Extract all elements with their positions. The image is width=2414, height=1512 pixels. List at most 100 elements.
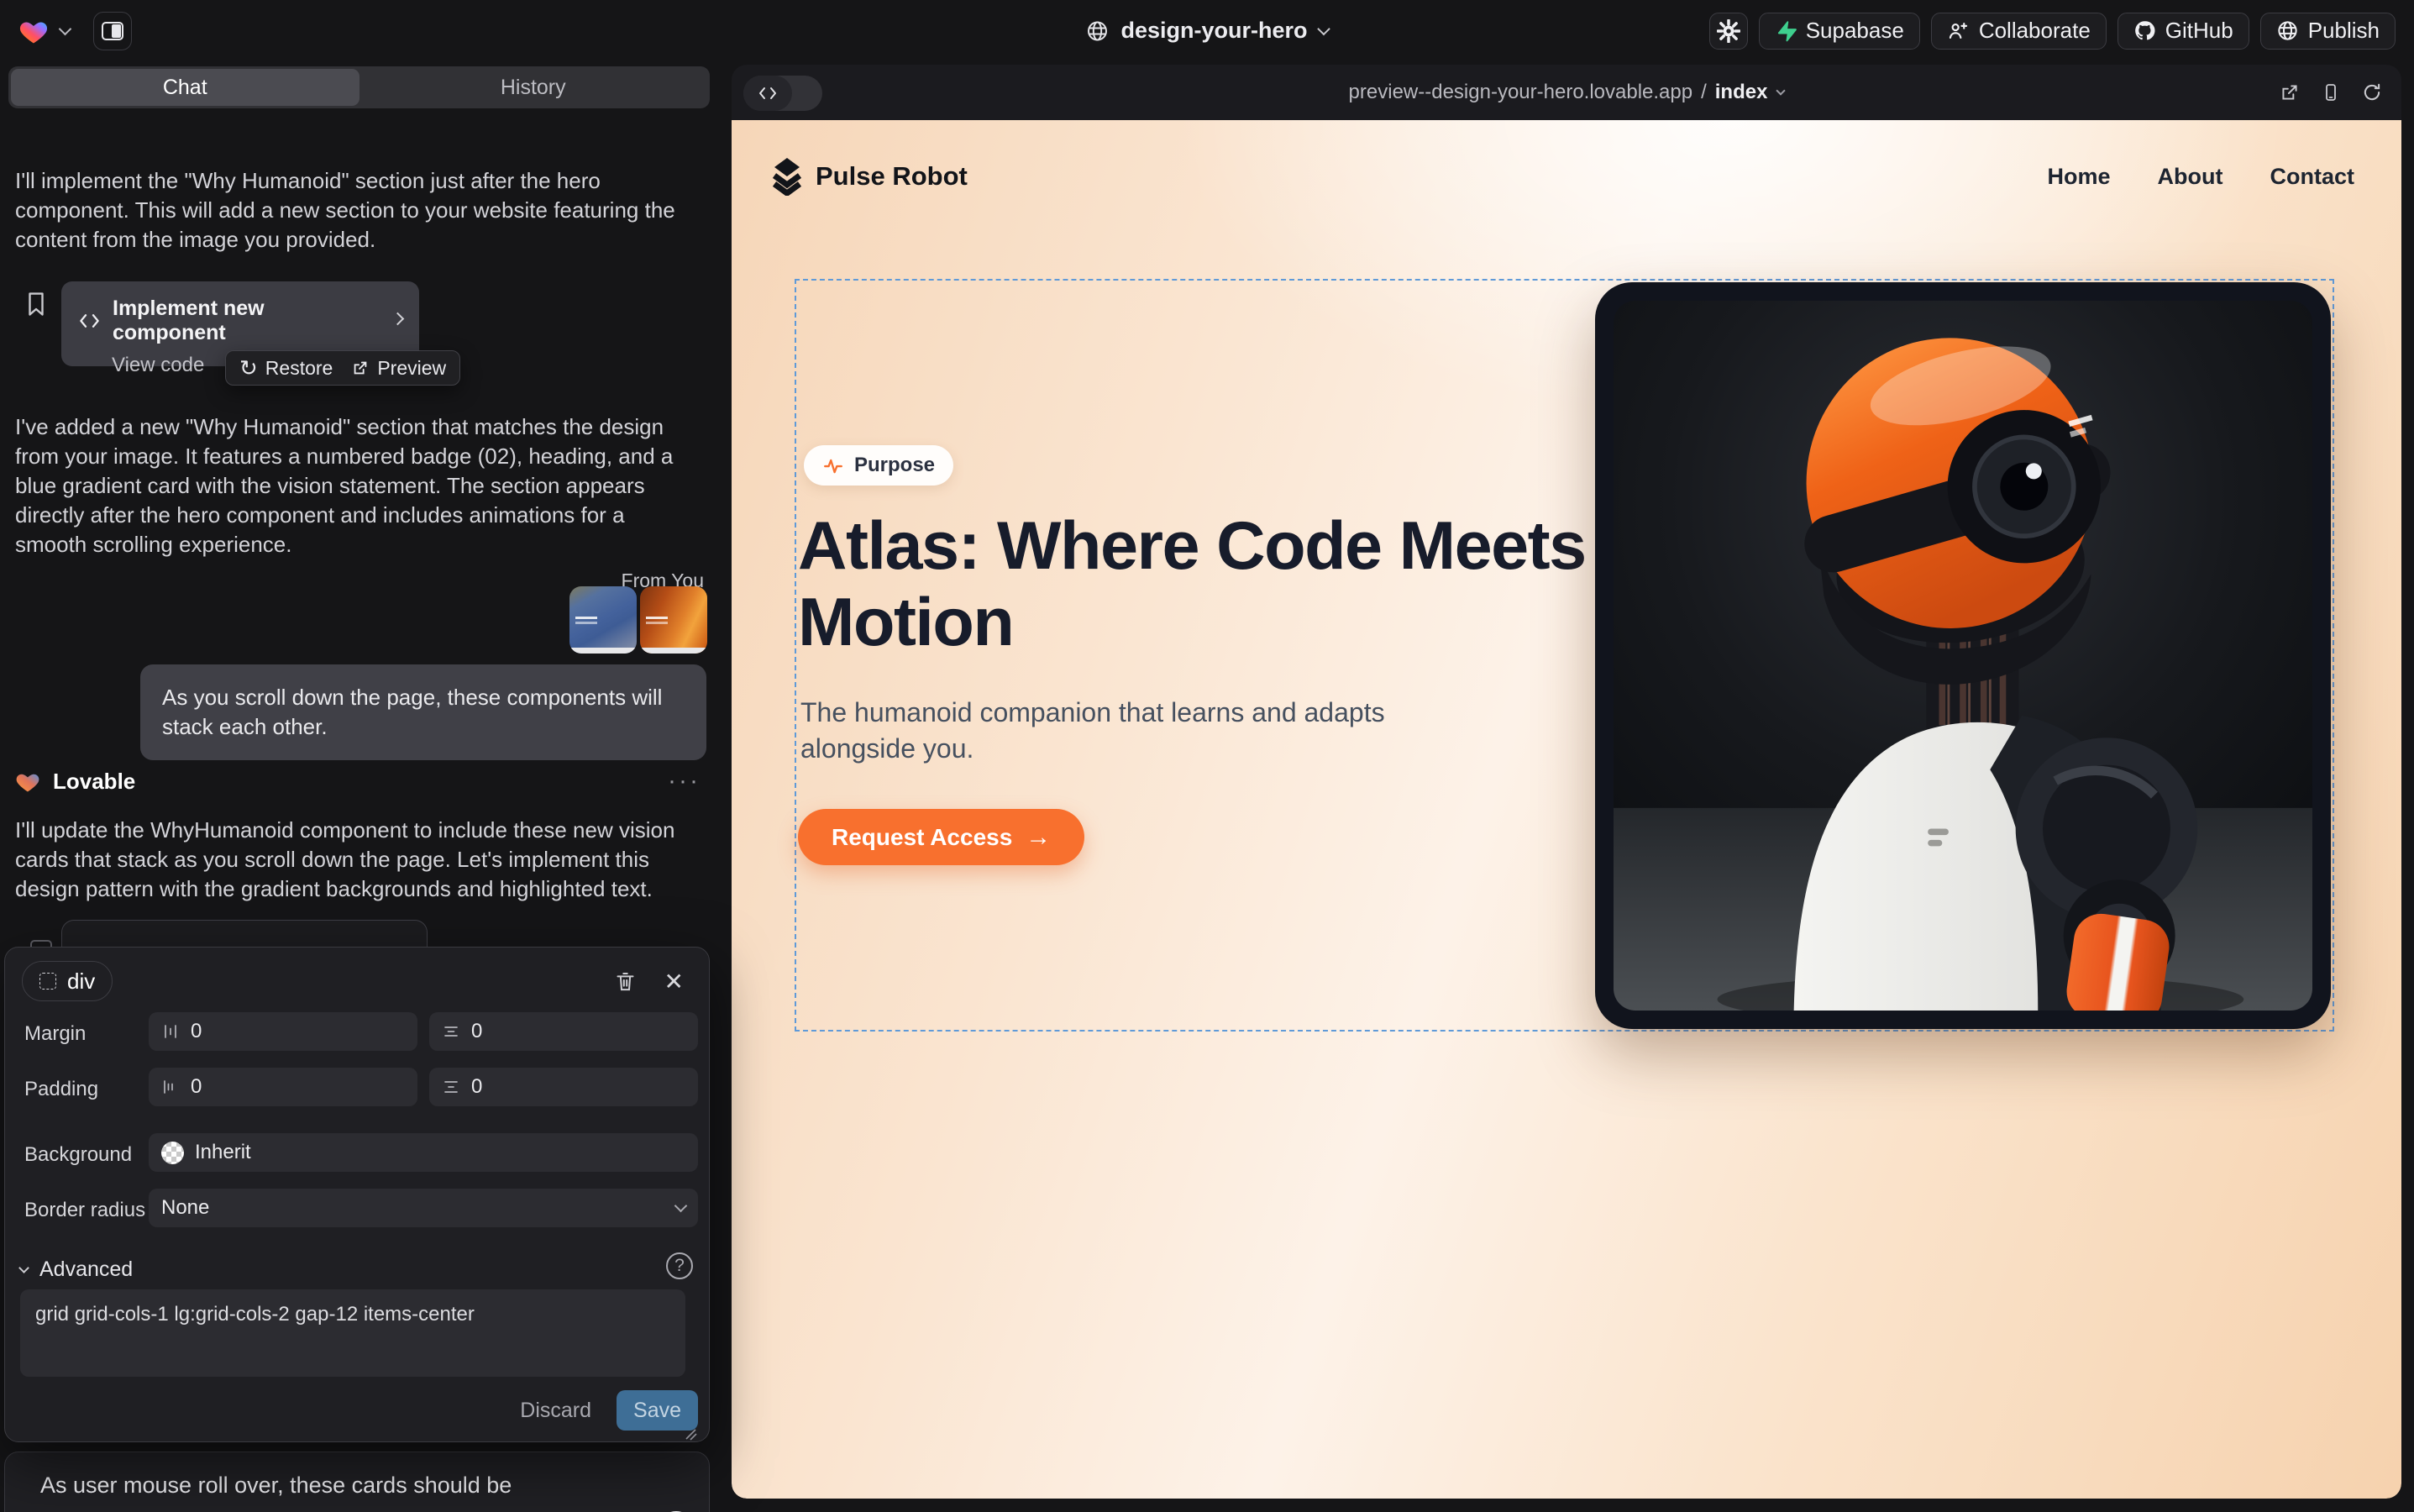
assistant-name: Lovable [53,769,135,795]
advanced-classes-textarea[interactable]: grid grid-cols-1 lg:grid-cols-2 gap-12 i… [20,1289,685,1377]
project-switcher[interactable]: design-your-hero [1085,0,1328,61]
github-button[interactable]: GitHub [2117,13,2249,50]
margin-label: Margin [24,1022,86,1046]
pulse-robot-logo-icon [770,157,804,196]
code-icon [78,311,101,331]
padding-x-value: 0 [191,1075,202,1099]
background-input[interactable]: Inherit [149,1133,698,1172]
lovable-logo-icon[interactable] [18,17,49,45]
border-radius-select[interactable]: None [149,1189,698,1227]
nav-contact[interactable]: Contact [2270,164,2355,190]
external-link-icon [351,359,370,377]
assistant-message: I'll implement the "Why Humanoid" sectio… [15,166,701,255]
chat-composer[interactable]: As user mouse roll over, these cards sho… [4,1452,710,1512]
assistant-header: Lovable ··· [15,767,701,795]
chevron-down-icon [18,1263,29,1273]
padding-y-value: 0 [471,1075,482,1099]
collaborate-label: Collaborate [1979,18,2091,44]
composer-input[interactable]: As user mouse roll over, these cards sho… [40,1473,512,1499]
padding-y-input[interactable]: 0 [429,1068,698,1106]
tab-history[interactable]: History [359,69,708,106]
github-label: GitHub [2165,18,2233,44]
restore-label: Restore [265,357,333,380]
mobile-view-icon[interactable] [2321,81,2341,103]
chevron-right-icon [391,312,405,326]
chevron-down-icon[interactable] [59,22,72,35]
restore-preview-tooltip: ↻ Restore Preview [225,350,460,386]
close-icon[interactable]: ✕ [664,968,684,995]
attachment-thumbnail-orange[interactable] [640,586,707,654]
nav-home[interactable]: Home [2048,164,2111,190]
hero-robot-card [1595,282,2331,1029]
app-window: design-your-hero [0,0,2414,1512]
selected-element-chip[interactable]: div [22,961,113,1001]
restore-icon: ↻ [239,355,258,381]
preview-site: Pulse Robot Home About Contact Purpose A… [732,120,2401,1499]
advanced-section-toggle[interactable]: Advanced [20,1257,133,1282]
margin-horizontal-icon [161,1022,180,1041]
border-radius-label: Border radius [24,1199,145,1222]
chat-history-tabs: Chat History [8,66,710,108]
project-name: design-your-hero [1120,18,1307,44]
refresh-icon[interactable] [2361,81,2383,103]
robot-image [1614,301,2312,1011]
publish-button[interactable]: Publish [2260,13,2396,50]
resize-handle-icon[interactable] [668,1360,713,1507]
panel-icon [102,22,123,40]
preview-pane: preview--design-your-hero.lovable.app / … [732,65,2401,1499]
collaborate-button[interactable]: Collaborate [1931,13,2107,50]
transparency-swatch-icon [161,1142,184,1164]
tab-chat[interactable]: Chat [11,69,359,106]
padding-vertical-icon [442,1078,460,1096]
code-view-toggle[interactable] [743,76,822,111]
cta-label: Request Access [832,824,1012,851]
help-icon[interactable]: ? [666,1252,693,1279]
settings-button[interactable] [1709,13,1748,50]
assistant-message: I'll update the WhyHumanoid component to… [15,816,701,904]
open-external-icon[interactable] [2279,81,2301,103]
restore-button[interactable]: ↻ Restore [239,355,333,381]
arrow-right-icon: → [1026,823,1051,852]
margin-vertical-icon [442,1022,460,1041]
user-message-bubble: As you scroll down the page, these compo… [140,664,706,760]
preview-url-bar: preview--design-your-hero.lovable.app / … [732,65,2401,120]
pulse-icon [822,454,844,476]
preview-button[interactable]: Preview [351,357,446,380]
site-brand[interactable]: Pulse Robot [770,157,968,196]
gear-icon [1717,19,1740,43]
request-access-button[interactable]: Request Access → [798,809,1084,865]
border-radius-value: None [161,1196,209,1220]
supabase-label: Supabase [1806,18,1904,44]
preview-url[interactable]: preview--design-your-hero.lovable.app / … [1349,81,1785,104]
chevron-down-icon [1317,22,1330,35]
padding-label: Padding [24,1078,98,1101]
message-menu-button[interactable]: ··· [668,767,701,795]
padding-x-input[interactable]: 0 [149,1068,417,1106]
supabase-button[interactable]: Supabase [1759,13,1920,50]
site-header: Pulse Robot Home About Contact [770,157,2354,196]
preview-label: Preview [377,357,446,380]
bookmark-icon[interactable] [25,291,47,317]
background-label: Background [24,1143,132,1167]
code-icon [743,76,792,111]
tab-history-label: History [501,76,566,100]
chevron-down-icon [1776,86,1786,95]
margin-y-input[interactable]: 0 [429,1012,698,1051]
padding-horizontal-icon [161,1078,180,1096]
site-nav: Home About Contact [2048,164,2354,190]
trash-icon[interactable] [614,969,637,993]
thumbnail-text-marks [575,617,597,619]
url-host: preview--design-your-hero.lovable.app [1349,81,1693,104]
advanced-label: Advanced [39,1257,133,1282]
discard-button[interactable]: Discard [520,1399,591,1423]
brand-name: Pulse Robot [816,161,968,192]
background-value: Inherit [195,1141,251,1164]
margin-x-value: 0 [191,1020,202,1043]
badge-label: Purpose [854,454,935,477]
nav-about[interactable]: About [2158,164,2223,190]
hero-subtitle: The humanoid companion that learns and a… [800,695,1414,767]
margin-x-input[interactable]: 0 [149,1012,417,1051]
attachment-thumbnail-blue[interactable] [569,586,637,654]
sidebar-toggle-button[interactable] [93,12,132,50]
assistant-message: I've added a new "Why Humanoid" section … [15,412,701,559]
